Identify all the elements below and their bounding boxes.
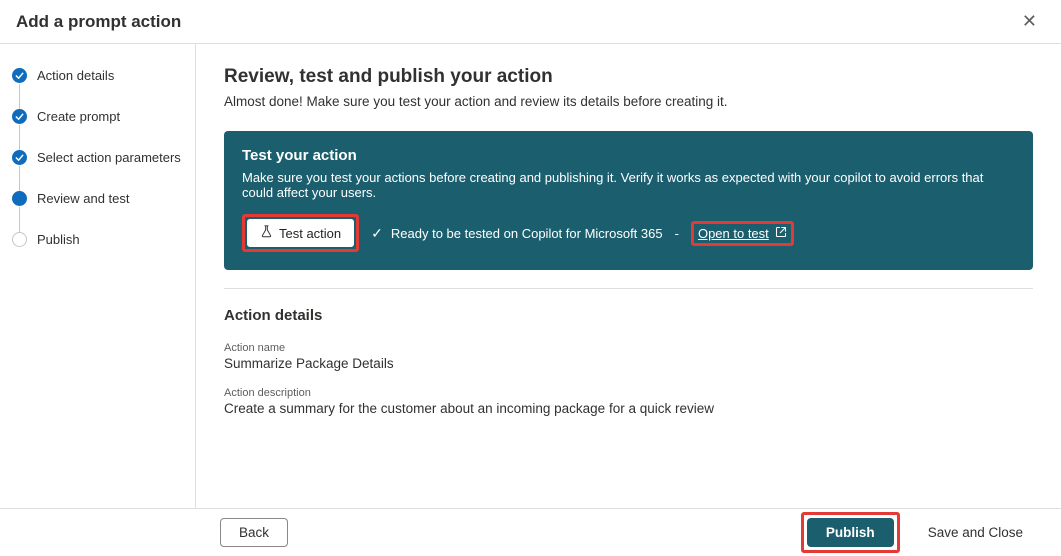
highlight-box: Publish [801, 512, 900, 553]
test-panel-row: Test action ✓ Ready to be tested on Copi… [242, 214, 1015, 252]
action-description-value: Create a summary for the customer about … [224, 401, 1033, 416]
step-create-prompt[interactable]: Create prompt [12, 109, 195, 150]
test-button-label: Test action [279, 226, 341, 241]
step-publish[interactable]: Publish [12, 232, 195, 247]
step-label: Action details [37, 68, 114, 83]
step-label: Publish [37, 232, 80, 247]
dialog-title: Add a prompt action [16, 12, 181, 32]
step-action-details[interactable]: Action details [12, 68, 195, 109]
page-subheading: Almost done! Make sure you test your act… [224, 94, 1033, 109]
step-review-test[interactable]: Review and test [12, 191, 195, 232]
current-step-icon [12, 191, 27, 206]
dialog-footer: Back Publish Save and Close [0, 508, 1061, 556]
action-description-label: Action description [224, 387, 1033, 399]
close-icon: ✕ [1022, 11, 1037, 31]
action-name-value: Summarize Package Details [224, 356, 1033, 371]
test-panel-description: Make sure you test your actions before c… [242, 170, 1015, 200]
ready-status: ✓ Ready to be tested on Copilot for Micr… [371, 225, 662, 242]
wizard-steps: Action details Create prompt Select acti… [12, 68, 195, 247]
open-link-label: Open to test [698, 226, 769, 241]
ready-status-text: Ready to be tested on Copilot for Micros… [391, 226, 663, 241]
upcoming-step-icon [12, 232, 27, 247]
back-button[interactable]: Back [220, 518, 288, 547]
details-section-title: Action details [224, 307, 1033, 324]
separator: - [675, 226, 679, 241]
dialog-header: Add a prompt action ✕ [0, 0, 1061, 44]
test-action-panel: Test your action Make sure you test your… [224, 131, 1033, 270]
beaker-icon [260, 225, 273, 241]
check-icon [12, 150, 27, 165]
save-and-close-button[interactable]: Save and Close [910, 519, 1041, 546]
step-label: Select action parameters [37, 150, 181, 165]
test-action-button[interactable]: Test action [247, 219, 354, 247]
highlight-box: Open to test [691, 221, 794, 246]
action-name-label: Action name [224, 342, 1033, 354]
action-details-section: Action details Action name Summarize Pac… [224, 288, 1033, 416]
open-to-test-link[interactable]: Open to test [698, 226, 787, 241]
step-label: Create prompt [37, 109, 120, 124]
page-heading: Review, test and publish your action [224, 66, 1033, 88]
step-select-parameters[interactable]: Select action parameters [12, 150, 195, 191]
close-button[interactable]: ✕ [1014, 7, 1045, 36]
step-label: Review and test [37, 191, 130, 206]
checkmark-icon: ✓ [371, 225, 383, 242]
wizard-sidebar: Action details Create prompt Select acti… [0, 44, 196, 508]
external-link-icon [775, 226, 787, 241]
main-content: Review, test and publish your action Alm… [196, 44, 1061, 508]
highlight-box: Test action [242, 214, 359, 252]
check-icon [12, 109, 27, 124]
publish-button[interactable]: Publish [807, 518, 894, 547]
check-icon [12, 68, 27, 83]
test-panel-title: Test your action [242, 147, 1015, 164]
